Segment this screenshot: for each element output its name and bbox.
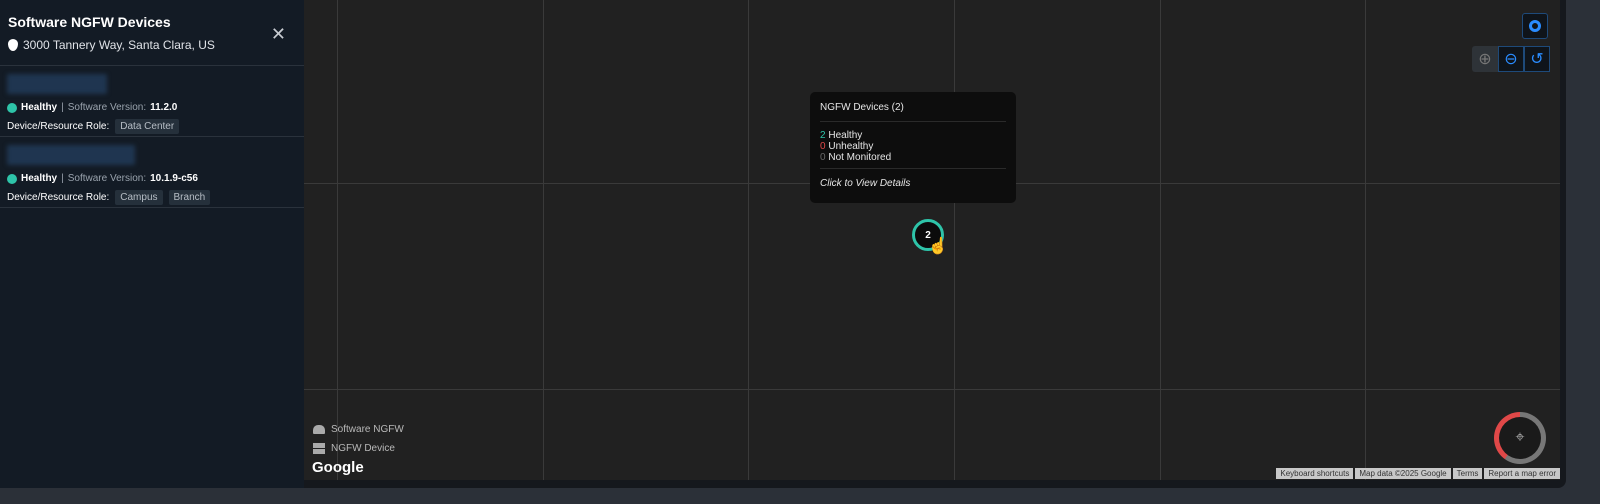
panel-header: Software NGFW Devices 3000 Tannery Way, … [0, 0, 304, 66]
close-icon[interactable]: ✕ [271, 24, 286, 45]
app-frame: Software NGFW Devices 3000 Tannery Way, … [0, 0, 1566, 488]
reset-view-button[interactable]: ↺ [1524, 46, 1550, 72]
cluster-tooltip[interactable]: NGFW Devices (2) 2 Healthy 0 Unhealthy 0… [810, 92, 1016, 203]
role-label: Device/Resource Role: [7, 192, 110, 203]
version: 11.2.0 [150, 102, 178, 113]
zoom-out-icon: ⊖ [1504, 51, 1518, 68]
healthy-count: 2 [820, 130, 826, 141]
role-tag: Data Center [115, 119, 180, 134]
healthy-label: Healthy [828, 130, 863, 141]
device-panel: Software NGFW Devices 3000 Tannery Way, … [0, 0, 304, 488]
healthy-status-icon [7, 173, 17, 184]
version-label: Software Version: [67, 173, 147, 184]
version-label: Software Version: [67, 102, 147, 113]
zoom-out-button[interactable]: ⊖ [1498, 46, 1524, 72]
tooltip-title: NGFW Devices (2) [820, 92, 1006, 122]
version: 10.1.9-c56 [150, 173, 198, 184]
google-logo: Google [312, 459, 364, 476]
role-tag: Branch [168, 190, 211, 205]
role-tag: Campus [115, 190, 163, 205]
address: 3000 Tannery Way, Santa Clara, US [23, 38, 215, 52]
map-status-gauge[interactable]: ⌖ [1494, 412, 1546, 464]
status: Healthy [21, 102, 58, 113]
zoom-in-icon: ⊕ [1478, 51, 1492, 68]
hand-cursor-icon: ☝ [928, 238, 948, 255]
legend-ngfw-device: NGFW Device [313, 443, 395, 454]
role-label: Device/Resource Role: [7, 121, 110, 132]
keyboard-shortcuts-link[interactable]: Keyboard shortcuts [1276, 468, 1354, 479]
device-item[interactable]: Healthy | Software Version: 11.2.0 Device/R… [0, 66, 304, 137]
reset-icon: ↺ [1530, 51, 1544, 68]
map[interactable]: NGFW Devices (2) 2 Healthy 0 Unhealthy 0… [304, 0, 1560, 480]
server-icon [313, 443, 325, 454]
not-monitored-label: Not Monitored [828, 152, 892, 163]
terms-link[interactable]: Terms [1452, 468, 1483, 479]
not-monitored-count: 0 [820, 152, 826, 163]
legend-software-ngfw: Software NGFW [313, 424, 404, 435]
map-data-text: Map data ©2025 Google [1355, 468, 1451, 479]
map-attribution: Keyboard shortcuts Map data ©2025 Google… [1276, 468, 1560, 479]
unhealthy-label: Unhealthy [828, 141, 874, 152]
status: Healthy [21, 173, 58, 184]
zoom-in-button[interactable]: ⊕ [1472, 46, 1498, 72]
location-pin-icon [8, 39, 18, 51]
healthy-status-icon [7, 102, 17, 113]
unhealthy-count: 0 [820, 141, 826, 152]
map-pin-icon: ⌖ [1515, 429, 1525, 446]
device-item[interactable]: Healthy | Software Version: 10.1.9-c56 Devi… [0, 137, 304, 208]
legend-label: NGFW Device [331, 443, 395, 454]
report-error-link[interactable]: Report a map error [1484, 468, 1560, 479]
legend-label: Software NGFW [331, 424, 404, 435]
device-name-redacted [7, 74, 107, 94]
view-details-link[interactable]: Click to View Details [820, 169, 1006, 189]
layers-icon [1529, 20, 1541, 32]
cloud-device-icon [313, 425, 325, 434]
panel-title: Software NGFW Devices [8, 14, 171, 30]
device-name-redacted [7, 145, 135, 165]
layers-button[interactable] [1522, 13, 1548, 39]
